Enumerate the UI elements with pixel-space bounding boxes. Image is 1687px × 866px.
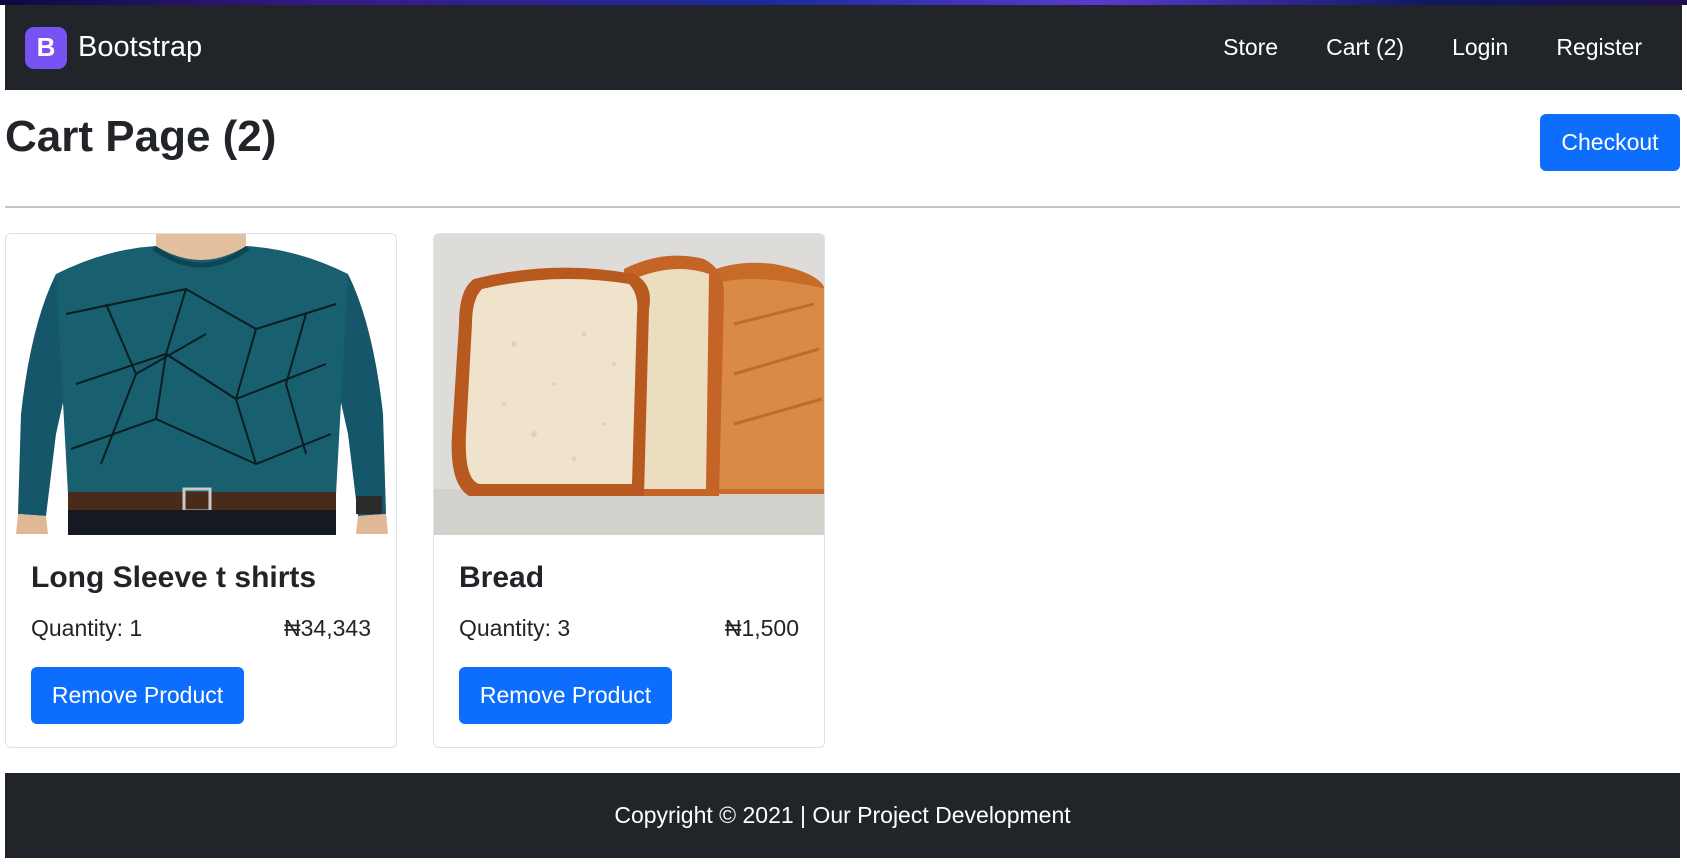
- card-body: Bread Quantity: 3 ₦1,500 Remove Product: [434, 535, 824, 747]
- checkout-button[interactable]: Checkout: [1540, 114, 1680, 171]
- product-name: Long Sleeve t shirts: [31, 561, 317, 594]
- product-quantity: Quantity: 3: [459, 615, 571, 641]
- product-price: ₦1,500: [724, 615, 799, 641]
- nav-links: Store Cart (2) Login Register: [1175, 34, 1642, 61]
- long-sleeve-shirt-image: [6, 234, 396, 535]
- divider: [5, 206, 1680, 208]
- card-body: Long Sleeve t shirts Quantity: 1 ₦34,343…: [6, 535, 396, 747]
- brand[interactable]: B Bootstrap: [25, 26, 203, 69]
- nav-link-store[interactable]: Store: [1223, 34, 1278, 61]
- product-card: Long Sleeve t shirts Quantity: 1 ₦34,343…: [5, 233, 397, 748]
- remove-product-button[interactable]: Remove Product: [459, 667, 672, 724]
- brand-text: Bootstrap: [78, 31, 203, 63]
- bread-image: [434, 234, 824, 535]
- footer: Copyright © 2021 | Our Project Developme…: [5, 773, 1680, 858]
- navbar: B Bootstrap Store Cart (2) Login Registe…: [5, 5, 1682, 90]
- footer-copyright: Copyright © 2021 | Our Project Developme…: [614, 802, 1071, 828]
- bootstrap-logo-icon: B: [25, 26, 67, 69]
- product-card: Bread Quantity: 3 ₦1,500 Remove Product: [433, 233, 825, 748]
- product-price: ₦34,343: [284, 615, 371, 641]
- page-title: Cart Page (2): [5, 112, 277, 161]
- remove-product-button[interactable]: Remove Product: [31, 667, 244, 724]
- nav-link-cart[interactable]: Cart (2): [1326, 34, 1404, 61]
- nav-link-login[interactable]: Login: [1452, 34, 1508, 61]
- product-name: Bread: [459, 561, 545, 594]
- product-quantity: Quantity: 1: [31, 615, 143, 641]
- nav-link-register[interactable]: Register: [1556, 34, 1642, 61]
